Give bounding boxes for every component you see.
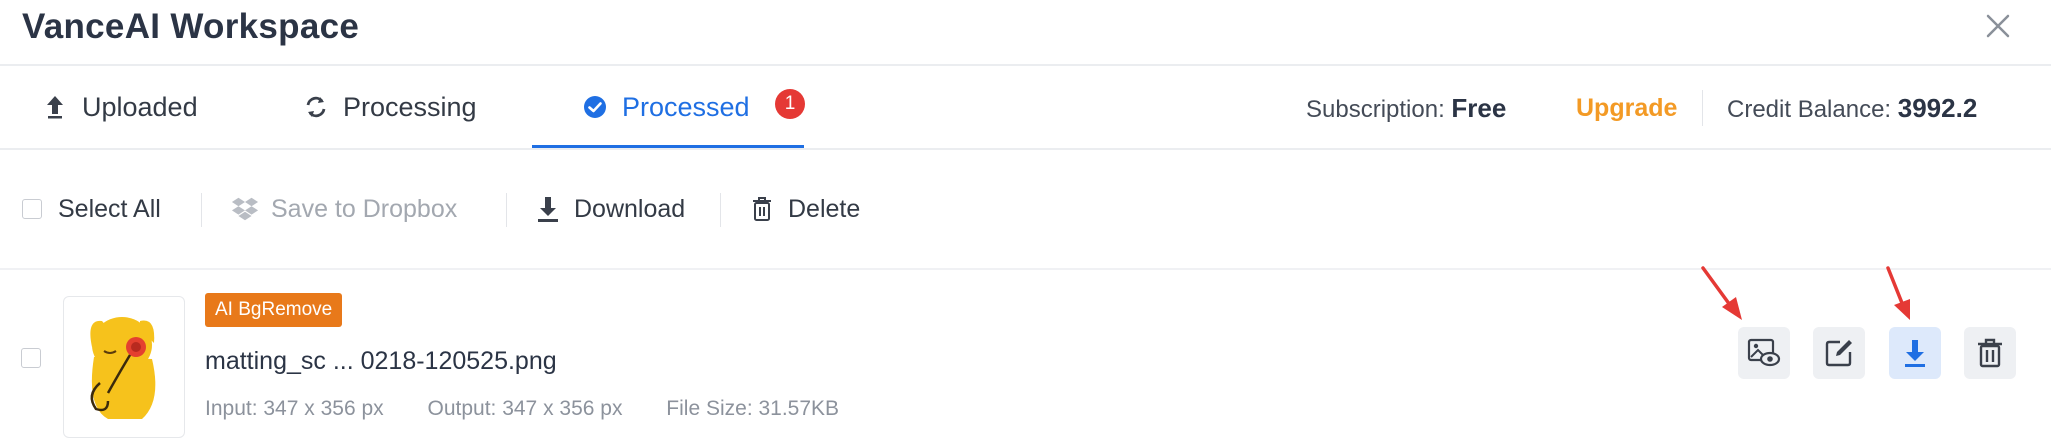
arrow-up-icon — [42, 94, 68, 120]
close-icon — [1986, 14, 2010, 38]
preview-button[interactable] — [1738, 327, 1790, 379]
image-preview-icon — [1747, 338, 1781, 367]
download-button[interactable]: Download — [534, 186, 685, 232]
file-meta: Input: 347 x 356 px Output: 347 x 356 px… — [205, 394, 877, 424]
credit-value: 3992.2 — [1897, 93, 1978, 123]
tab-processed[interactable]: Processed — [582, 66, 750, 148]
output-size: Output: 347 x 356 px — [427, 397, 623, 420]
tabs-divider — [0, 148, 2051, 150]
header-separator — [1702, 90, 1703, 126]
close-button[interactable] — [1978, 6, 2018, 46]
trash-icon — [748, 195, 776, 223]
subscription-info: Subscription: Free — [1306, 90, 1506, 128]
select-all-checkbox[interactable]: Select All — [22, 186, 161, 232]
input-size: Input: 347 x 356 px — [205, 397, 384, 420]
annotation-arrow-icon — [1886, 266, 1910, 320]
credit-label: Credit Balance: — [1727, 96, 1892, 123]
dropbox-icon — [231, 195, 259, 223]
window-title: VanceAI Workspace — [22, 7, 360, 46]
download-icon — [1905, 340, 1925, 367]
toolbar-separator — [506, 193, 507, 227]
download-icon — [534, 195, 562, 223]
tab-processing[interactable]: Processing — [303, 66, 477, 148]
processed-count-badge: 1 — [775, 89, 805, 119]
annotation-arrow-icon — [1701, 266, 1742, 320]
subscription-value: Free — [1451, 93, 1507, 123]
trash-icon — [1978, 338, 2002, 368]
delete-label: Delete — [788, 194, 861, 223]
tab-uploaded[interactable]: Uploaded — [42, 66, 198, 148]
tab-label: Uploaded — [82, 91, 198, 122]
select-all-label: Select All — [58, 194, 161, 223]
file-thumbnail[interactable] — [63, 296, 185, 438]
check-circle-icon — [582, 94, 608, 120]
thumbnail-image — [90, 317, 156, 419]
process-type-tag: AI BgRemove — [205, 293, 343, 327]
credit-balance: Credit Balance: 3992.2 — [1727, 90, 1977, 128]
save-dropbox-label: Save to Dropbox — [271, 194, 458, 223]
edit-button[interactable] — [1813, 327, 1865, 379]
refresh-icon — [303, 94, 329, 120]
file-size: File Size: 31.57KB — [666, 397, 840, 420]
file-name: matting_sc ... 0218-120525.png — [205, 347, 557, 375]
delete-file-button[interactable] — [1964, 327, 2016, 379]
download-label: Download — [574, 194, 686, 223]
upgrade-link[interactable]: Upgrade — [1576, 90, 1677, 126]
save-to-dropbox-button[interactable]: Save to Dropbox — [231, 186, 457, 232]
toolbar-separator — [201, 193, 202, 227]
download-file-button[interactable] — [1889, 327, 1941, 379]
subscription-label: Subscription: — [1306, 96, 1445, 123]
edit-icon — [1825, 340, 1852, 367]
toolbar-separator — [720, 193, 721, 227]
delete-button[interactable]: Delete — [748, 186, 860, 232]
checkbox[interactable] — [22, 199, 42, 219]
tab-label: Processed — [622, 91, 750, 122]
tab-label: Processing — [343, 91, 477, 122]
row-checkbox[interactable] — [21, 348, 41, 368]
